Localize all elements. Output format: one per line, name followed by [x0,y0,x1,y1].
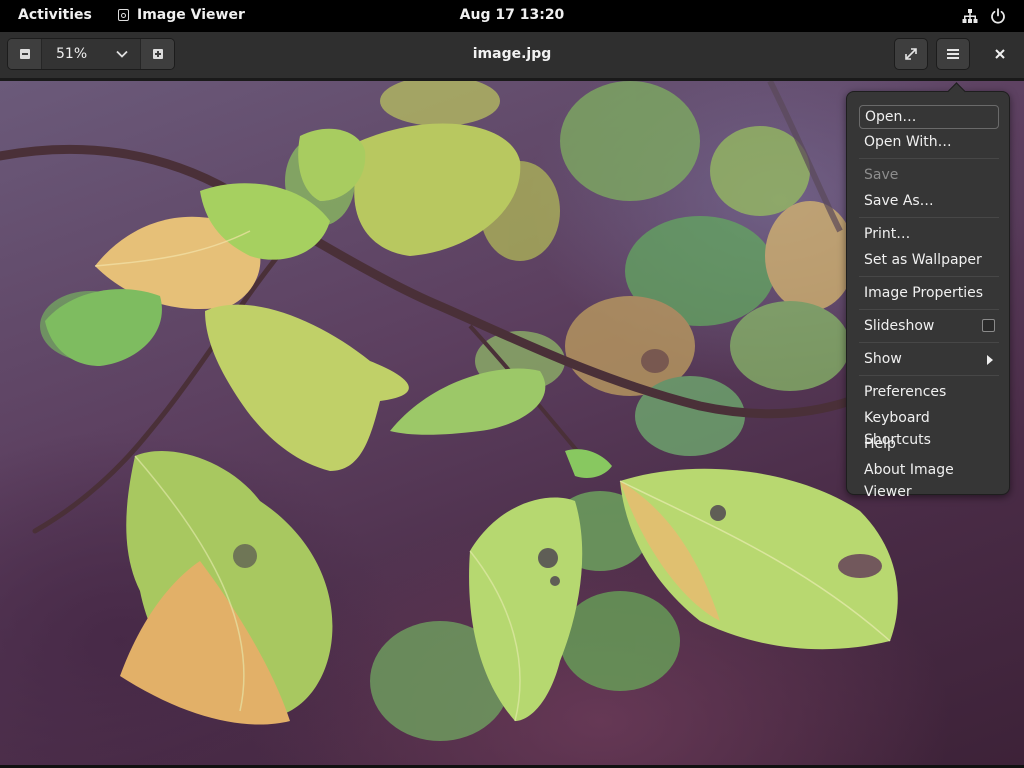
zoom-out-button[interactable] [8,39,42,69]
menu-separator [859,276,999,277]
menu-item-print[interactable]: Print… [859,223,999,247]
network-wired-icon[interactable] [962,8,978,24]
zoom-out-icon [19,49,30,59]
menu-item-set-wallpaper[interactable]: Set as Wallpaper [859,249,999,273]
menu-item-open[interactable]: Open… [859,105,999,129]
zoom-level-value: 51% [56,46,88,62]
main-menu-button[interactable] [936,38,970,70]
chevron-down-icon [116,50,128,58]
menu-item-save-as[interactable]: Save As… [859,190,999,214]
menu-item-keyboard-shortcuts[interactable]: Keyboard Shortcuts [859,407,999,448]
fullscreen-icon [905,48,917,60]
menu-item-show[interactable]: Show [859,348,999,372]
menu-item-open-with[interactable]: Open With… [859,131,999,155]
menu-item-preferences[interactable]: Preferences [859,381,999,405]
main-menu-popover: Open… Open With… Save Save As… Print… Se… [846,82,1010,500]
menu-separator [859,342,999,343]
zoom-in-button[interactable] [140,39,174,69]
menu-separator [859,158,999,159]
clock-button[interactable]: Aug 17 13:20 [460,7,565,23]
close-button[interactable] [988,42,1012,66]
close-icon [995,49,1005,59]
slideshow-checkbox[interactable] [982,319,995,332]
activities-button[interactable]: Activities [18,7,92,23]
menu-item-image-properties[interactable]: Image Properties [859,282,999,306]
menu-item-about[interactable]: About Image Viewer [859,459,999,500]
app-menu-button[interactable]: Image Viewer [118,7,245,23]
submenu-arrow-icon [987,355,993,365]
app-menu-label: Image Viewer [137,7,245,23]
fullscreen-button[interactable] [894,38,928,70]
clock-time: 13:20 [519,7,565,23]
menu-separator [859,375,999,376]
zoom-in-icon [152,49,163,59]
hamburger-menu-icon [947,49,959,59]
zoom-level-dropdown[interactable]: 51% [42,39,140,69]
menu-item-slideshow[interactable]: Slideshow [859,315,999,339]
top-bar: Activities Image Viewer Aug 17 13:20 [0,0,1024,32]
menu-item-help[interactable]: Help [859,433,999,457]
image-viewer-app-icon [118,9,129,21]
zoom-control: 51% [7,38,175,70]
menu-separator [859,217,999,218]
header-bar: 51% image.jpg [0,32,1024,81]
power-icon[interactable] [990,8,1006,24]
clock-date: Aug 17 [459,7,515,23]
menu-item-save: Save [864,167,899,183]
menu-item-slideshow-label: Slideshow [864,318,935,334]
menu-separator [859,309,999,310]
menu-item-show-label: Show [864,351,902,367]
